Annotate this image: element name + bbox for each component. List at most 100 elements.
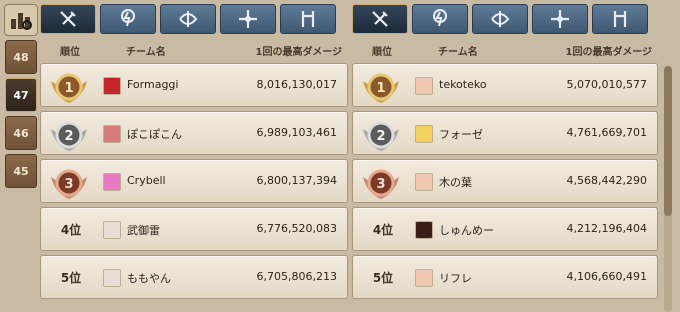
ranking-row[interactable]: 5位 リフレ 4,106,660,491 — [352, 255, 658, 299]
ranking-list: 1 Formaggi 8,016,130,017 2 ぽこぽこん 6,989,1… — [40, 63, 348, 303]
rank-label: 5位 — [372, 271, 394, 285]
team-name: 木の葉 — [439, 176, 472, 189]
damage-value: 4,106,660,491 — [566, 270, 647, 283]
damage-value: 4,761,669,701 — [566, 126, 647, 139]
sword-icon — [60, 11, 76, 27]
week-tab-47[interactable]: 47 — [5, 78, 37, 112]
rank-label: 4位 — [60, 223, 82, 237]
week-tab-label: 48 — [13, 50, 29, 64]
bar-chart-icon — [11, 13, 32, 30]
svg-text:3: 3 — [376, 177, 385, 192]
svg-text:2: 2 — [376, 129, 385, 144]
category-tab-sword[interactable] — [352, 4, 408, 34]
column-headers: 順位 チーム名 1回の最高ダメージ — [40, 40, 348, 60]
ranking-row[interactable]: 4位 武御雷 6,776,520,083 — [40, 207, 348, 251]
column-team: チーム名 — [438, 47, 478, 58]
ranking-list: 1 tekoteko 5,070,010,577 2 フォーゼ 4,761,66… — [352, 63, 658, 303]
damage-value: 6,800,137,394 — [256, 174, 337, 187]
team-name: tekoteko — [439, 78, 487, 91]
cross-icon — [239, 10, 257, 28]
column-damage: 1回の最高ダメージ — [255, 47, 342, 58]
category-tab-lightning[interactable] — [412, 4, 468, 34]
ranking-row[interactable]: 3 Crybell 6,800,137,394 — [40, 159, 348, 203]
rank-label: 5位 — [60, 271, 82, 285]
rank-label: 4位 — [372, 223, 394, 237]
silver-medal-icon: 2 — [363, 121, 399, 151]
column-damage: 1回の最高ダメージ — [565, 47, 652, 58]
team-name: Crybell — [127, 174, 166, 187]
category-tab-bow[interactable] — [160, 4, 216, 34]
ranking-row[interactable]: 1 tekoteko 5,070,010,577 — [352, 63, 658, 107]
week-tab-46[interactable]: 46 — [5, 116, 37, 150]
team-icon — [415, 269, 433, 287]
damage-value: 6,776,520,083 — [256, 222, 337, 235]
silver-medal-icon: 2 — [51, 121, 87, 151]
team-icon — [103, 173, 121, 191]
team-name: ももやん — [127, 272, 171, 285]
svg-text:2: 2 — [64, 129, 73, 144]
team-icon — [103, 221, 121, 239]
lightning-icon — [121, 9, 135, 27]
week-tab-label: 47 — [13, 88, 29, 102]
column-team: チーム名 — [126, 47, 166, 58]
category-tab-sword[interactable] — [40, 4, 96, 34]
bow-icon — [179, 11, 198, 27]
category-tabs — [40, 4, 336, 34]
team-icon — [415, 221, 433, 239]
team-icon — [415, 77, 433, 95]
category-tab-cross[interactable] — [220, 4, 276, 34]
svg-text:1: 1 — [64, 81, 73, 96]
column-rank: 順位 — [60, 47, 80, 58]
category-tabs — [352, 4, 648, 34]
svg-text:3: 3 — [64, 177, 73, 192]
team-name: 武御雷 — [127, 224, 160, 237]
week-tab-label: 45 — [13, 164, 29, 178]
team-icon — [103, 77, 121, 95]
ranking-row[interactable]: 2 フォーゼ 4,761,669,701 — [352, 111, 658, 155]
ranking-row[interactable]: 4位 しゅんめー 4,212,196,404 — [352, 207, 658, 251]
column-headers: 順位 チーム名 1回の最高ダメージ — [352, 40, 658, 60]
bronze-medal-icon: 3 — [363, 169, 399, 199]
column-rank: 順位 — [372, 47, 392, 58]
damage-value: 4,212,196,404 — [566, 222, 647, 235]
ranking-row[interactable]: 3 木の葉 4,568,442,290 — [352, 159, 658, 203]
bronze-medal-icon: 3 — [51, 169, 87, 199]
ranking-menu-icon[interactable] — [4, 4, 38, 36]
team-name: ぽこぽこん — [127, 128, 182, 141]
week-tab-48[interactable]: 48 — [5, 40, 37, 74]
team-icon — [415, 125, 433, 143]
team-icon — [103, 269, 121, 287]
bow-icon — [491, 11, 510, 27]
damage-value: 8,016,130,017 — [256, 78, 337, 91]
team-name: しゅんめー — [439, 224, 494, 237]
team-name: フォーゼ — [439, 128, 483, 141]
svg-text:1: 1 — [376, 81, 385, 96]
week-tab-label: 46 — [13, 126, 29, 140]
ranking-row[interactable]: 5位 ももやん 6,705,806,213 — [40, 255, 348, 299]
staff-icon — [301, 11, 315, 27]
ranking-row[interactable]: 1 Formaggi 8,016,130,017 — [40, 63, 348, 107]
category-tab-bow[interactable] — [472, 4, 528, 34]
category-tab-cross[interactable] — [532, 4, 588, 34]
week-tab-45[interactable]: 45 — [5, 154, 37, 188]
damage-value: 6,989,103,461 — [256, 126, 337, 139]
category-tab-lightning[interactable] — [100, 4, 156, 34]
cross-icon — [551, 10, 569, 28]
team-icon — [103, 125, 121, 143]
team-name: Formaggi — [127, 78, 179, 91]
team-name: リフレ — [439, 272, 472, 285]
team-icon — [415, 173, 433, 191]
ranking-row[interactable]: 2 ぽこぽこん 6,989,103,461 — [40, 111, 348, 155]
scrollbar-thumb[interactable] — [664, 66, 672, 216]
sword-icon — [372, 11, 388, 27]
damage-value: 5,070,010,577 — [566, 78, 647, 91]
gold-medal-icon: 1 — [51, 73, 87, 103]
week-tab-list: 48 47 46 45 — [5, 40, 37, 192]
damage-value: 4,568,442,290 — [566, 174, 647, 187]
damage-value: 6,705,806,213 — [256, 270, 337, 283]
category-tab-staff[interactable] — [592, 4, 648, 34]
lightning-icon — [433, 9, 447, 27]
category-tab-staff[interactable] — [280, 4, 336, 34]
staff-icon — [613, 11, 627, 27]
gold-medal-icon: 1 — [363, 73, 399, 103]
